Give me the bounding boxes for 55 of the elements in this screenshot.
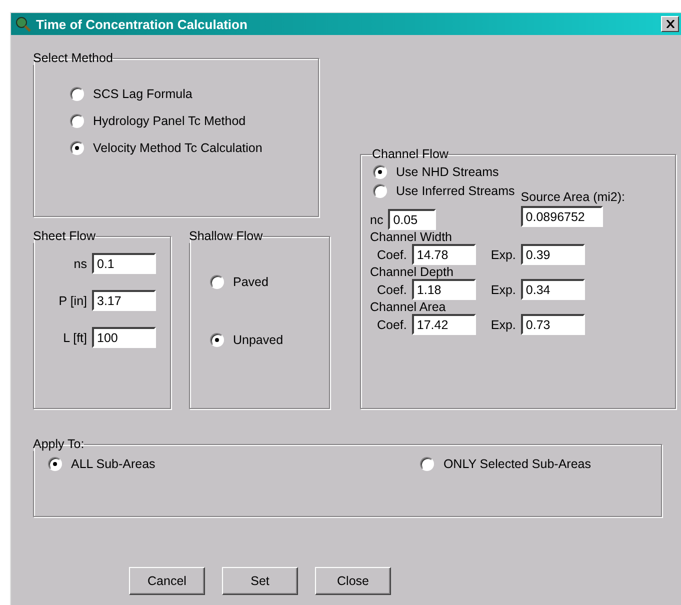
radio-button[interactable]	[373, 184, 387, 198]
field-label: Exp.	[490, 248, 516, 262]
field-label: Source Area (mi2):	[520, 190, 626, 204]
dialog-button[interactable]: Set	[222, 567, 298, 595]
radio-option[interactable]: SCS Lag Formula	[70, 87, 318, 101]
field-label: Coef.	[377, 248, 407, 262]
input-field[interactable]: 0.0896752	[520, 206, 603, 227]
radio-option[interactable]: Unpaved	[210, 333, 329, 347]
radio-option[interactable]: Paved	[210, 275, 329, 289]
field-label: Exp.	[490, 282, 516, 296]
radio-option[interactable]: Hydrology Panel Tc Method	[70, 114, 318, 128]
input-field[interactable]: 17.42	[412, 314, 476, 335]
field-label: L [ft]	[63, 330, 87, 344]
close-button[interactable]	[661, 16, 679, 32]
field-label: Exp.	[490, 318, 516, 332]
group-title: Select Method	[33, 51, 113, 65]
field-label: nc	[370, 212, 384, 226]
field-label: Coef.	[377, 318, 407, 332]
input-field[interactable]: 0.34	[520, 279, 585, 300]
field-label: Channel Area	[370, 300, 447, 314]
field-label: Channel Depth	[370, 265, 454, 279]
group-title: Shallow Flow	[189, 229, 263, 243]
group-title: Sheet Flow	[33, 229, 96, 243]
radio-button[interactable]	[210, 333, 224, 347]
radio-button[interactable]	[70, 141, 84, 155]
dialog-button[interactable]: Close	[315, 567, 391, 595]
input-field[interactable]: 3.17	[92, 290, 156, 311]
radio-option[interactable]: ALL Sub-Areas	[48, 457, 156, 471]
field-label: ns	[74, 256, 87, 270]
input-field[interactable]: 0.05	[388, 209, 436, 230]
radio-button[interactable]	[210, 275, 224, 289]
close-icon	[666, 20, 674, 28]
input-field[interactable]: 0.39	[520, 244, 585, 265]
radio-option[interactable]: Velocity Method Tc Calculation	[70, 141, 318, 155]
radio-option[interactable]: Use Inferred Streams	[373, 184, 515, 198]
radio-button[interactable]	[373, 165, 387, 179]
input-field[interactable]: 0.73	[520, 314, 585, 335]
radio-button[interactable]	[48, 457, 62, 471]
field-label: Channel Width	[370, 230, 453, 244]
field-label: Coef.	[377, 282, 407, 296]
radio-option[interactable]: Use NHD Streams	[373, 165, 515, 179]
field-label: P [in]	[58, 294, 87, 308]
magnifier-icon	[15, 16, 31, 32]
group-title: Channel Flow	[372, 147, 448, 161]
input-field[interactable]: 1.18	[412, 279, 476, 300]
radio-button[interactable]	[70, 114, 84, 128]
radio-button[interactable]	[420, 457, 434, 471]
input-field[interactable]: 0.1	[92, 253, 156, 274]
input-field[interactable]: 14.78	[412, 244, 476, 265]
dialog-button[interactable]: Cancel	[129, 567, 205, 595]
radio-button[interactable]	[70, 87, 84, 101]
radio-option[interactable]: ONLY Selected Sub-Areas	[420, 457, 591, 471]
window-title: Time of Concentration Calculation	[36, 16, 248, 32]
input-field[interactable]: 100	[92, 327, 156, 348]
group-title: Apply To:	[33, 437, 84, 451]
